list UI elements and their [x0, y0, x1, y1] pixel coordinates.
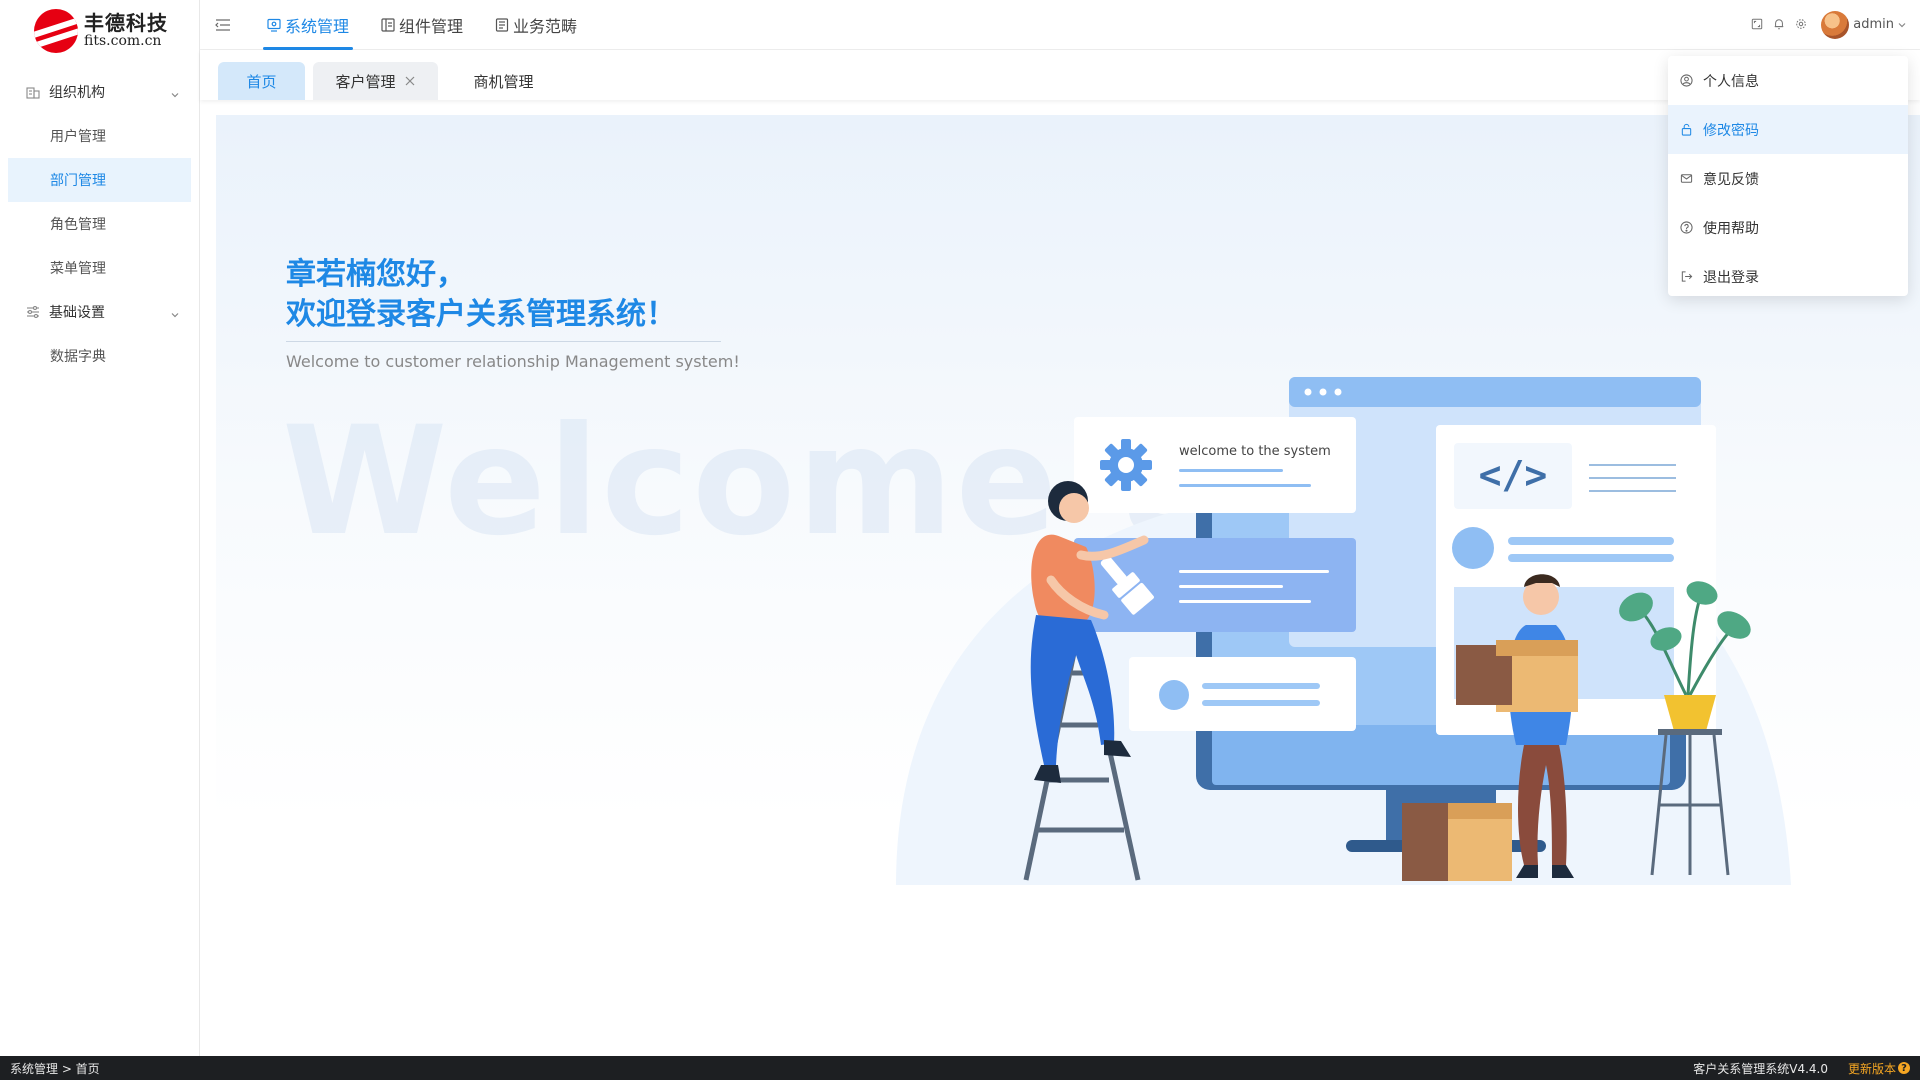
gear-icon[interactable] [1795, 18, 1809, 32]
sidebar-menu: 组织机构 用户管理 部门管理 角色管理 菜单管理 基础设置 数据字典 [0, 70, 199, 378]
chevron-down-icon [171, 307, 179, 318]
greeting-subtitle: Welcome to customer relationship Managem… [286, 352, 740, 371]
menu-collapse-icon[interactable] [215, 17, 235, 33]
sidebar-item-users[interactable]: 用户管理 [8, 114, 191, 158]
brand-name: 丰德科技 [84, 11, 168, 36]
app-version: 客户关系管理系统V4.4.0 [1693, 1061, 1828, 1076]
nav-tab-system-management[interactable]: 系统管理 [259, 0, 357, 50]
greeting-block: 章若楠您好， 欢迎登录客户关系管理系统！ Welcome to customer… [286, 255, 740, 371]
menu-item-help[interactable]: 使用帮助 [1668, 203, 1908, 252]
nav-tab-component-management[interactable]: 组件管理 [373, 0, 471, 50]
nav-tab-label: 业务范畴 [513, 16, 578, 36]
sidebar-group-basic-settings[interactable]: 基础设置 [8, 290, 191, 334]
help-icon [1680, 220, 1694, 235]
brand-logo[interactable]: 丰德科技 fits.com.cn [0, 0, 199, 62]
brand-domain: fits.com.cn [84, 33, 162, 50]
status-bar: 系统管理 > 首页 客户关系管理系统V4.4.0 更新版本 ? [0, 1056, 1920, 1080]
top-header: 系统管理 组件管理 业务范畴 admin [200, 0, 1920, 50]
sidebar-item-menus[interactable]: 菜单管理 [8, 246, 191, 290]
close-icon[interactable] [404, 75, 416, 87]
menu-item-profile[interactable]: 个人信息 [1668, 56, 1908, 105]
menu-item-change-password[interactable]: 修改密码 [1668, 105, 1908, 154]
chevron-down-icon [171, 87, 179, 98]
fullscreen-icon[interactable] [1751, 18, 1765, 32]
code-symbol: </> [1479, 453, 1548, 497]
sidebar-group-label: 基础设置 [49, 305, 105, 321]
sidebar-item-roles[interactable]: 角色管理 [8, 202, 191, 246]
page-tab-label: 商机管理 [473, 72, 534, 91]
nav-tab-label: 系统管理 [285, 16, 350, 36]
nav-tab-label: 组件管理 [399, 16, 464, 36]
component-icon [381, 17, 395, 32]
sidebar-item-data-dictionary[interactable]: 数据字典 [8, 334, 191, 378]
lock-icon [1680, 123, 1694, 137]
update-version-link[interactable]: 更新版本 ? [1848, 1060, 1910, 1077]
breadcrumb: 系统管理 > 首页 [10, 1061, 100, 1076]
page-tab-customer-management[interactable]: 客户管理 [313, 62, 438, 100]
monitor-icon [267, 18, 281, 32]
user-dropdown-menu: 个人信息 修改密码 意见反馈 使用帮助 退出登录 [1668, 56, 1908, 296]
settings-sliders-icon [26, 305, 40, 319]
greeting-divider [286, 341, 721, 342]
sidebar: 丰德科技 fits.com.cn 组织机构 用户管理 部门管理 角色管理 菜单管… [0, 0, 200, 1056]
page-tab-home[interactable]: 首页 [218, 62, 305, 100]
sidebar-group-label: 组织机构 [49, 85, 105, 101]
menu-item-feedback[interactable]: 意见反馈 [1668, 154, 1908, 203]
nav-tab-business-scope[interactable]: 业务范畴 [487, 0, 585, 50]
page-tab-label: 客户管理 [335, 72, 396, 91]
sidebar-item-departments[interactable]: 部门管理 [8, 158, 191, 202]
menu-item-label: 意见反馈 [1703, 171, 1759, 188]
doc-icon [495, 17, 509, 32]
bell-icon[interactable] [1773, 18, 1787, 32]
welcome-illustration: </> welcome to the system [896, 377, 1791, 885]
page-tabs-bar: 首页 客户管理 商机管理 [200, 50, 1920, 100]
illustration-card-text: welcome to the system [1179, 444, 1331, 459]
logout-icon [1680, 270, 1694, 284]
page-tab-opportunity-management[interactable]: 商机管理 [446, 62, 561, 100]
logo-mark-icon [34, 9, 78, 53]
update-label: 更新版本 [1847, 1061, 1896, 1076]
chevron-down-icon[interactable] [1898, 21, 1906, 29]
user-circle-icon [1680, 73, 1694, 88]
greeting-line-2: 欢迎登录客户关系管理系统！ [286, 297, 676, 332]
menu-item-label: 使用帮助 [1703, 220, 1759, 237]
home-welcome-panel: Welcome to 章若楠您好， 欢迎登录客户关系管理系统！ Welcome … [216, 115, 1920, 1056]
menu-item-label: 个人信息 [1703, 73, 1759, 90]
greeting-line-1: 章若楠您好， [286, 257, 466, 292]
org-icon [26, 85, 40, 99]
mail-icon [1680, 172, 1694, 186]
page-tab-label: 首页 [246, 72, 277, 91]
user-name[interactable]: admin [1853, 17, 1894, 32]
menu-item-logout[interactable]: 退出登录 [1668, 252, 1908, 301]
header-tools: admin [1743, 10, 1920, 39]
menu-item-label: 退出登录 [1703, 269, 1759, 286]
menu-item-label: 修改密码 [1703, 122, 1759, 139]
avatar[interactable] [1821, 10, 1850, 39]
sidebar-group-org[interactable]: 组织机构 [8, 70, 191, 114]
update-help-icon: ? [1898, 1062, 1910, 1074]
